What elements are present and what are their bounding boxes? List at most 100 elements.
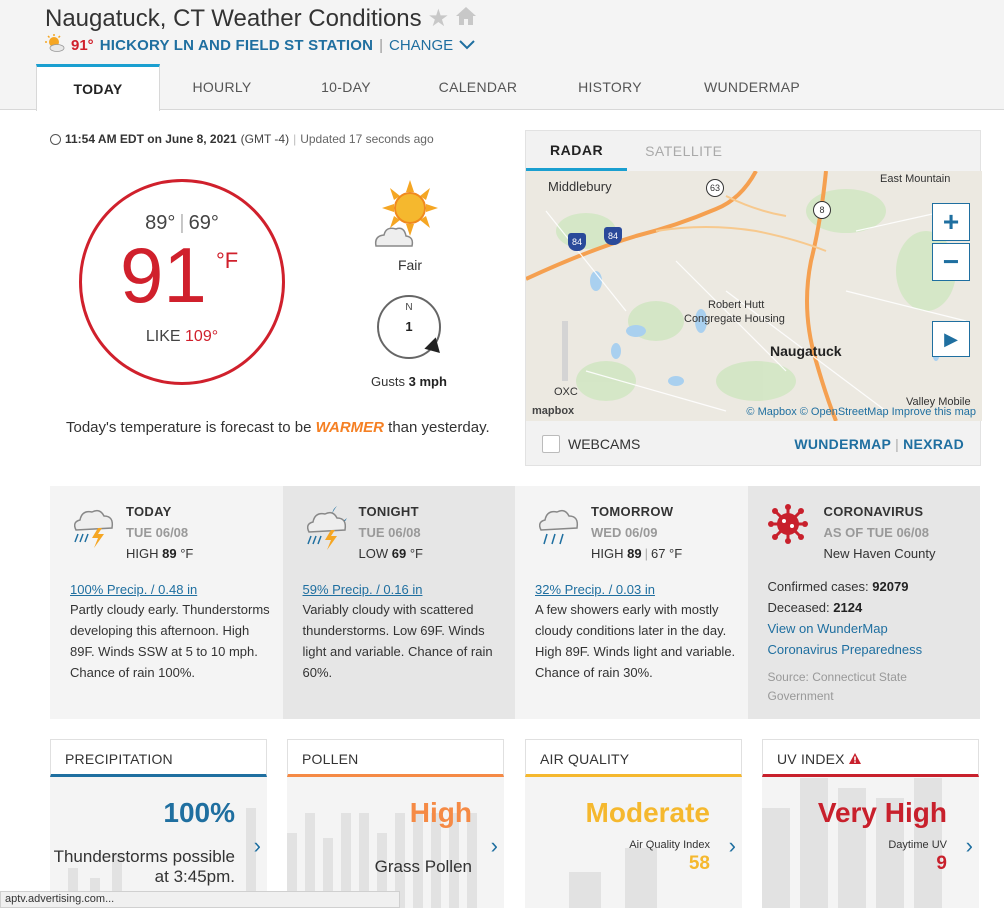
zoom-out-button[interactable]: − [932, 243, 970, 281]
map-label-naugatuck: Naugatuck [770, 343, 842, 359]
covid-source: Source: Connecticut State Government [767, 670, 907, 703]
chevron-right-icon[interactable]: › [966, 833, 973, 859]
map-tabs: RADAR SATELLITE [526, 131, 746, 171]
covid-date: AS OF TUE 06/08 [823, 525, 929, 540]
map-footer: WEBCAMS WUNDERMAP | NEXRAD [526, 421, 982, 467]
mapbox-logo[interactable]: mapbox [532, 405, 574, 417]
tab-radar[interactable]: RADAR [526, 131, 628, 171]
map-graphic [526, 171, 982, 421]
card-hilo: HIGH 89 | 67 °F [591, 546, 683, 561]
card-text: Variably cloudy with scattered thunderst… [302, 602, 493, 680]
view-wundermap-link[interactable]: View on WunderMap [768, 618, 969, 639]
gusts-value: 3 mph [408, 374, 447, 389]
timestamp: 11:54 AM EDT on June 8, 2021 (GMT -4) | … [50, 132, 434, 146]
timestamp-tz: (GMT -4) [240, 132, 290, 146]
precipitation-tile[interactable]: PRECIPITATION 100% Thunderstorms possibl… [50, 739, 267, 908]
station-temp: 91° [71, 36, 94, 54]
forecast-note: Today's temperature is forecast to be WA… [66, 419, 490, 436]
tab-satellite[interactable]: SATELLITE [627, 131, 746, 171]
map-attribution[interactable]: © Mapbox © OpenStreetMap Improve this ma… [746, 406, 976, 418]
warning-icon [848, 751, 861, 767]
pollen-tile[interactable]: POLLEN High Grass Pollen › [287, 739, 504, 908]
card-hilo: HIGH 89 °F [126, 546, 194, 561]
change-station-button[interactable]: CHANGE [389, 37, 453, 54]
card-date: WED 06/09 [591, 525, 658, 540]
chevron-right-icon[interactable]: › [491, 833, 498, 859]
feels-like-value: 109° [185, 328, 219, 345]
tab-hourly[interactable]: HOURLY [160, 64, 284, 110]
webcams-checkbox[interactable] [542, 435, 560, 453]
tab-wundermap[interactable]: WUNDERMAP [672, 64, 832, 110]
star-icon[interactable]: ★ [428, 4, 450, 33]
gusts-label: Gusts [371, 374, 406, 389]
condition-label: Fair [397, 257, 423, 273]
clock-icon [50, 133, 61, 145]
wind-arrow-icon [424, 337, 446, 359]
precip-link[interactable]: 100% Precip. / 0.48 in [70, 582, 271, 597]
map-label-robert-hutt: Robert Hutt [708, 299, 765, 311]
wundermap-link[interactable]: WUNDERMAP [794, 436, 891, 452]
precip-link[interactable]: 59% Precip. / 0.16 in [303, 582, 504, 597]
home-icon[interactable] [455, 5, 477, 33]
partly-sunny-icon [45, 34, 65, 56]
tab-today[interactable]: TODAY [36, 64, 160, 111]
updated-text: Updated 17 seconds ago [300, 132, 434, 146]
covid-county: New Haven County [823, 546, 936, 561]
map-label-congregate-housing: Congregate Housing [684, 313, 785, 325]
air-quality-tile[interactable]: AIR QUALITY Moderate Air Quality Index 5… [525, 739, 742, 908]
card-title: TODAY [126, 504, 172, 519]
precip-link[interactable]: 32% Precip. / 0.03 in [535, 582, 736, 597]
current-temp: 91 [120, 231, 207, 319]
radar-map[interactable]: Middlebury East Mountain Robert Hutt Con… [526, 171, 982, 421]
uv-value: Very High [817, 797, 947, 828]
showers-icon [535, 504, 581, 550]
forecast-card-tomorrow: TOMORROW WED 06/09 HIGH 89 | 67 °F 32% Pre… [515, 486, 748, 719]
tab-history[interactable]: HISTORY [548, 64, 672, 110]
page-title: Naugatuck, CT Weather Conditions [45, 4, 422, 32]
page-header: Naugatuck, CT Weather Conditions ★ 91° H… [0, 0, 1004, 111]
forecast-cards: TODAY TUE 06/08 HIGH 89 °F 100% Precip. … [50, 486, 980, 719]
virus-icon [767, 504, 814, 550]
precip-sub: Thunderstorms possible [53, 847, 235, 866]
pollen-type: Grass Pollen [374, 857, 472, 876]
map-label-oxc: OXC [554, 386, 578, 398]
card-text: Partly cloudy early. Thunderstorms devel… [70, 602, 270, 680]
covid-cases: Confirmed cases: 92079 [767, 579, 909, 594]
zoom-in-button[interactable]: + [932, 203, 970, 241]
chevron-right-icon[interactable]: › [254, 833, 261, 859]
card-text: A few showers early with mostly cloudy c… [535, 602, 736, 680]
card-hilo: LOW 69 °F [358, 546, 423, 561]
chevron-right-icon[interactable]: › [729, 833, 736, 859]
station-separator: | [379, 36, 384, 54]
tile-heading: PRECIPITATION [50, 739, 267, 777]
route-63-badge: 63 [706, 179, 724, 197]
play-button[interactable]: ▶ [932, 321, 970, 357]
uv-index-tile[interactable]: UV INDEX Very High Daytime UV 9 › [762, 739, 979, 908]
nexrad-link[interactable]: NEXRAD [903, 436, 964, 452]
chevron-down-icon[interactable] [459, 37, 475, 53]
route-8-badge: 8 [813, 201, 831, 219]
air-quality-value: Moderate [585, 797, 710, 828]
tab-calendar[interactable]: CALENDAR [408, 64, 548, 110]
aqi-label: Air Quality Index [629, 839, 710, 851]
i84-badge-east: 84 [604, 227, 622, 245]
wind-compass: N 1 [377, 295, 446, 359]
browser-status-bar: aptv.advertising.com... [0, 891, 400, 908]
tab-10-day[interactable]: 10-DAY [284, 64, 408, 110]
feels-like-label: LIKE [145, 328, 181, 345]
coronavirus-preparedness-link[interactable]: Coronavirus Preparedness [768, 639, 969, 660]
map-label-east-mountain: East Mountain [880, 173, 951, 185]
thunderstorm-icon [70, 504, 116, 550]
pollen-value: High [409, 797, 472, 828]
temperature-circle: 89° | 69° 91 °F LIKE 109° [79, 179, 285, 385]
webcams-label[interactable]: WEBCAMS [568, 436, 640, 452]
feels-like: LIKE 109° [82, 328, 282, 346]
tile-heading: UV INDEX [762, 739, 979, 777]
tile-heading: POLLEN [287, 739, 504, 777]
station-name[interactable]: HICKORY LN AND FIELD ST STATION [100, 37, 373, 54]
covid-title: CORONAVIRUS [823, 504, 924, 519]
map-label-middlebury: Middlebury [548, 179, 612, 194]
nav-tabs: TODAY HOURLY 10-DAY CALENDAR HISTORY WUN… [36, 64, 832, 111]
card-date: TUE 06/08 [358, 525, 421, 540]
forecast-card-today: TODAY TUE 06/08 HIGH 89 °F 100% Precip. … [50, 486, 283, 719]
